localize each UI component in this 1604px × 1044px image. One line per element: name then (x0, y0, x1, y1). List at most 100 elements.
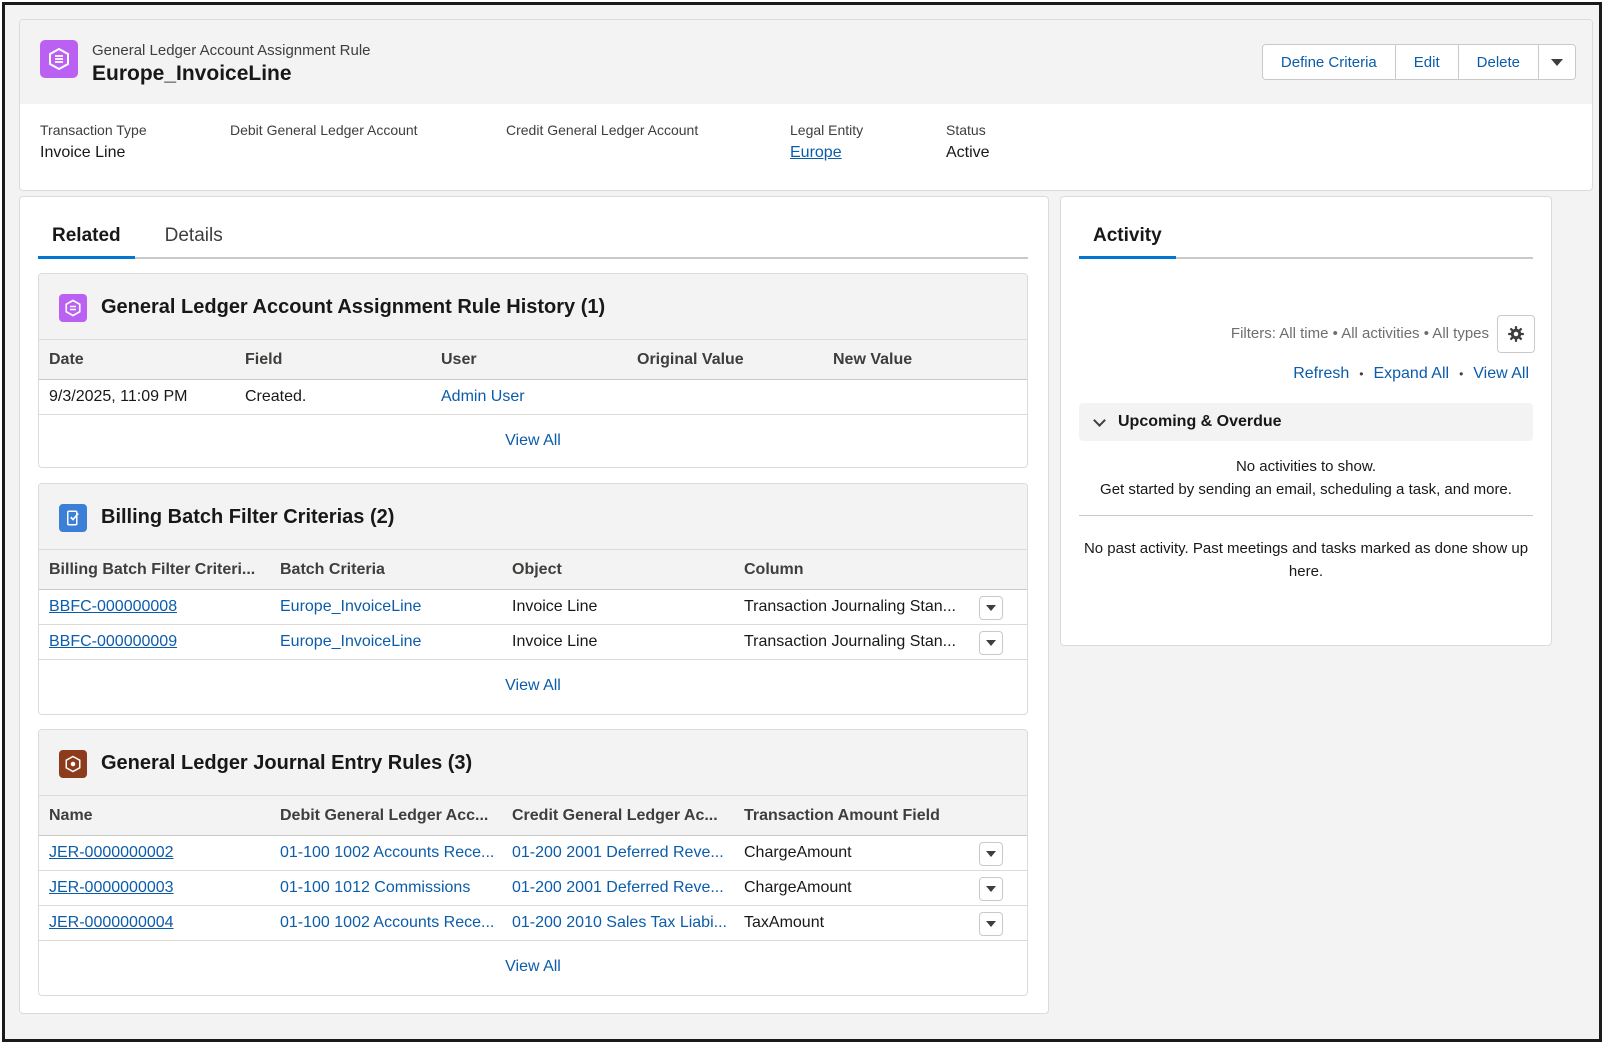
define-criteria-button[interactable]: Define Criteria (1262, 45, 1396, 79)
field-label: Debit General Ledger Account (230, 122, 418, 138)
field-legal-entity: Legal Entity Europe (790, 122, 863, 162)
related-list-title[interactable]: General Ledger Journal Entry Rules (3) (101, 752, 472, 775)
chevron-down-icon (986, 886, 996, 892)
column-header[interactable]: Batch Criteria (280, 550, 385, 589)
related-list-title[interactable]: General Ledger Account Assignment Rule H… (101, 296, 605, 319)
delete-button[interactable]: Delete (1458, 45, 1539, 79)
record-highlights: General Ledger Account Assignment Rule E… (20, 20, 1592, 104)
view-all-link[interactable]: View All (505, 432, 561, 449)
row-actions-button[interactable] (979, 912, 1003, 936)
more-actions-button[interactable] (1539, 45, 1575, 79)
upcoming-overdue-section[interactable]: Upcoming & Overdue (1079, 403, 1533, 441)
view-all-activity-link[interactable]: View All (1473, 365, 1529, 383)
table-header: Billing Batch Filter Criteri... Batch Cr… (39, 550, 1027, 590)
section-title: Upcoming & Overdue (1118, 413, 1282, 430)
chevron-down-icon (986, 921, 996, 927)
amount-field-cell: ChargeAmount (744, 844, 852, 861)
chevron-down-icon (1551, 58, 1563, 66)
column-header[interactable]: Debit General Ledger Acc... (280, 796, 495, 835)
row-actions-button[interactable] (979, 842, 1003, 866)
chevron-down-icon (986, 605, 996, 611)
object-cell: Invoice Line (512, 598, 598, 615)
debit-account-link[interactable]: 01-100 1002 Accounts Rece... (280, 844, 494, 862)
column-header[interactable]: Transaction Amount Field (744, 796, 940, 835)
record-link[interactable]: BBFC-000000008 (49, 598, 177, 616)
separator: • (1359, 367, 1364, 381)
legal-entity-link[interactable]: Europe (790, 144, 842, 161)
debit-account-link[interactable]: 01-100 1012 Commissions (280, 879, 470, 897)
view-all-link[interactable]: View All (505, 677, 561, 694)
view-all-link[interactable]: View All (505, 958, 561, 975)
empty-state: No activities to show. Get started by se… (1079, 455, 1533, 501)
field-cell: Created. (245, 388, 307, 405)
table-row: BBFC-000000008 Europe_InvoiceLine Invoic… (39, 590, 1027, 625)
record-tabs: Related Details (38, 217, 1028, 259)
journal-rules-related-list: General Ledger Journal Entry Rules (3) N… (38, 729, 1028, 996)
field-transaction-type: Transaction Type Invoice Line (40, 122, 147, 162)
column-header[interactable]: User (441, 340, 477, 379)
record-link[interactable]: JER-0000000002 (49, 844, 174, 862)
field-value: Invoice Line (40, 144, 126, 161)
column-cell: Transaction Journaling Stan... (744, 633, 956, 650)
table-row: JER-0000000002 01-100 1002 Accounts Rece… (39, 836, 1027, 871)
column-header[interactable]: New Value (833, 340, 912, 379)
history-icon (59, 294, 87, 322)
batch-criteria-link[interactable]: Europe_InvoiceLine (280, 633, 421, 651)
column-cell: Transaction Journaling Stan... (744, 598, 956, 615)
column-header[interactable]: Original Value (637, 340, 744, 379)
row-actions-button[interactable] (979, 596, 1003, 620)
field-label: Status (946, 122, 986, 138)
past-activity-message: No past activity. Past meetings and task… (1083, 540, 1529, 580)
field-value: Active (946, 144, 990, 161)
expand-all-link[interactable]: Expand All (1373, 365, 1449, 383)
divider (1079, 515, 1533, 516)
column-header[interactable]: Credit General Ledger Ac... (512, 796, 727, 835)
activity-panel: Activity Filters: All time • All activit… (1060, 196, 1552, 646)
filter-criteria-icon (59, 504, 87, 532)
related-list-header: General Ledger Account Assignment Rule H… (39, 274, 1027, 340)
empty-hint: Get started by sending an email, schedul… (1100, 481, 1512, 498)
table-row: JER-0000000003 01-100 1012 Commissions 0… (39, 871, 1027, 906)
field-status: Status Active (946, 122, 990, 162)
field-label: Transaction Type (40, 122, 147, 138)
column-header[interactable]: Column (744, 550, 804, 589)
field-label: Credit General Ledger Account (506, 122, 699, 138)
filter-settings-button[interactable] (1497, 315, 1535, 353)
batch-criteria-link[interactable]: Europe_InvoiceLine (280, 598, 421, 616)
chevron-down-icon (1093, 413, 1106, 427)
activity-filters[interactable]: Filters: All time • All activities • All… (1231, 325, 1489, 342)
column-header[interactable]: Date (49, 340, 84, 379)
refresh-link[interactable]: Refresh (1293, 365, 1349, 383)
row-actions-button[interactable] (979, 631, 1003, 655)
tab-related[interactable]: Related (38, 217, 135, 259)
tab-activity[interactable]: Activity (1079, 217, 1176, 259)
row-actions-button[interactable] (979, 877, 1003, 901)
record-link[interactable]: JER-0000000003 (49, 879, 174, 897)
chevron-down-icon (986, 851, 996, 857)
separator: • (1459, 367, 1464, 381)
related-list-title[interactable]: Billing Batch Filter Criterias (2) (101, 506, 394, 529)
record-link[interactable]: BBFC-000000009 (49, 633, 177, 651)
table-row: BBFC-000000009 Europe_InvoiceLine Invoic… (39, 625, 1027, 660)
credit-account-link[interactable]: 01-200 2001 Deferred Reve... (512, 844, 724, 862)
record-link[interactable]: JER-0000000004 (49, 914, 174, 932)
user-link[interactable]: Admin User (441, 388, 525, 406)
empty-message: No activities to show. (1235, 458, 1377, 475)
tab-details[interactable]: Details (151, 217, 237, 259)
column-header[interactable]: Field (245, 340, 282, 379)
date-cell: 9/3/2025, 11:09 PM (49, 388, 188, 405)
filter-criterias-related-list: Billing Batch Filter Criterias (2) Billi… (38, 483, 1028, 715)
column-header[interactable]: Billing Batch Filter Criteri... (49, 550, 264, 589)
record-header: General Ledger Account Assignment Rule E… (19, 19, 1593, 191)
related-list-header: Billing Batch Filter Criterias (2) (39, 484, 1027, 550)
field-credit-gl-account: Credit General Ledger Account (506, 122, 698, 144)
credit-account-link[interactable]: 01-200 2010 Sales Tax Liabi... (512, 914, 727, 932)
debit-account-link[interactable]: 01-100 1002 Accounts Rece... (280, 914, 494, 932)
credit-account-link[interactable]: 01-200 2001 Deferred Reve... (512, 879, 724, 897)
object-cell: Invoice Line (512, 633, 598, 650)
journal-rule-icon (59, 750, 87, 778)
column-header[interactable]: Name (49, 796, 93, 835)
highlight-fields: Transaction Type Invoice Line Debit Gene… (20, 122, 1592, 182)
column-header[interactable]: Object (512, 550, 562, 589)
edit-button[interactable]: Edit (1395, 45, 1459, 79)
